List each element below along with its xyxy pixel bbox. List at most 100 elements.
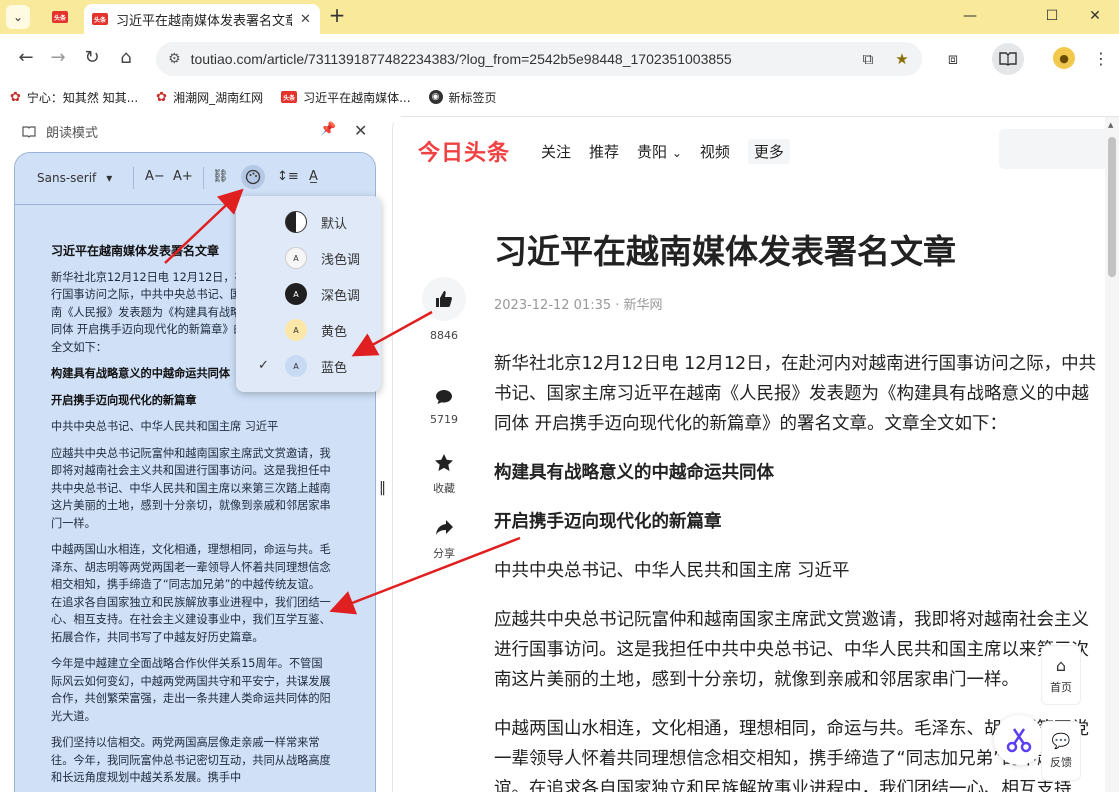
bookmark-item[interactable]: 头条 习近平在越南媒体...: [281, 89, 411, 106]
tab-active[interactable]: 头条 习近平在越南媒体发表署名文章 ✕: [84, 4, 320, 34]
tab-search-button[interactable]: ⌄: [6, 5, 30, 29]
theme-option-dark[interactable]: A 深色调: [236, 276, 381, 312]
tab-strip: ⌄ 头条 头条 习近平在越南媒体发表署名文章 ✕ + — ☐ ✕: [0, 0, 1119, 34]
profile-avatar-icon[interactable]: ●: [1053, 47, 1075, 69]
toutiao-favicon-icon: 头条: [92, 13, 108, 25]
share-button[interactable]: 分享: [422, 517, 466, 561]
article-meta: 2023-12-12 01:35 · 新华网: [494, 298, 663, 313]
reading-heading: 开启携手迈向现代化的新篇章: [51, 393, 197, 407]
tab-inactive[interactable]: 头条: [38, 4, 82, 30]
toutiao-logo[interactable]: 今日头条: [418, 135, 510, 167]
favorite-label: 收藏: [433, 482, 455, 495]
article-paragraph: 应越共中央总书记阮富仲和越南国家主席武文赏邀请，我即将对越南社会主义 进行国事访…: [494, 610, 1089, 690]
nav-follow[interactable]: 关注: [541, 141, 571, 162]
bookmark-item[interactable]: ✿ 宁心：知其然 知其...: [10, 89, 138, 106]
reading-paragraph: 中越两国山水相连，文化相通，理想相同，命运与共。毛泽东、胡志明等两党两国老一辈领…: [51, 543, 331, 644]
feedback-icon: 💬: [1051, 732, 1071, 750]
check-icon: ✓: [258, 358, 269, 373]
browser-toolbar: ← → ↻ ⌂ ⚙ toutiao.com/article/7311391877…: [0, 34, 1119, 82]
toutiao-favicon-icon: 头条: [52, 11, 68, 23]
panel-header: 朗读模式: [22, 122, 98, 141]
divider: [203, 167, 204, 189]
scroll-thumb[interactable]: [1108, 137, 1116, 277]
star-icon: [435, 454, 453, 471]
home-button[interactable]: ⌂ 首页: [1041, 645, 1081, 705]
pin-icon[interactable]: 📌: [320, 122, 336, 137]
theme-option-blue[interactable]: ✓ A 蓝色: [236, 348, 381, 384]
letter-spacing-icon[interactable]: A̲: [309, 169, 318, 184]
link-icon[interactable]: ⛓: [212, 169, 229, 184]
reload-icon[interactable]: ↻: [80, 46, 104, 70]
scroll-up-icon[interactable]: ▲: [1108, 121, 1113, 129]
share-label: 分享: [433, 547, 455, 560]
maximize-icon[interactable]: ☐: [1042, 6, 1062, 26]
extensions-icon[interactable]: ⧈: [940, 46, 966, 72]
article-heading: 构建具有战略意义的中越命运共同体: [494, 463, 774, 483]
comment-button[interactable]: 5719: [422, 387, 466, 426]
line-spacing-icon[interactable]: ↕≡: [277, 169, 299, 184]
swatch-icon: A: [285, 319, 307, 341]
home-icon[interactable]: ⌂: [114, 46, 138, 70]
panel-close-icon[interactable]: ✕: [354, 121, 367, 140]
nav-more[interactable]: 更多: [747, 139, 790, 164]
site-info-icon[interactable]: ⚙: [168, 51, 181, 67]
swatch-icon: A: [285, 247, 307, 269]
theme-option-light[interactable]: A 浅色调: [236, 240, 381, 276]
font-select[interactable]: Sans-serif ▾: [37, 171, 112, 185]
nav-city[interactable]: 贵阳 ⌄: [637, 141, 682, 162]
install-app-icon[interactable]: ⧉: [858, 49, 878, 69]
bookmark-item[interactable]: ◉ 新标签页: [428, 89, 497, 106]
swatch-icon: A: [285, 283, 307, 305]
book-icon: [22, 125, 36, 138]
chevron-down-icon: ⌄: [12, 10, 24, 24]
search-input[interactable]: [999, 129, 1105, 169]
bookmark-item[interactable]: ✿ 湘潮网_湖南红网: [156, 89, 263, 106]
minimize-icon[interactable]: —: [960, 6, 980, 26]
bookmarks-bar: ✿ 宁心：知其然 知其... ✿ 湘潮网_湖南红网 头条 习近平在越南媒体...…: [0, 82, 1119, 112]
new-tab-button[interactable]: +: [326, 5, 348, 27]
url-text: toutiao.com/article/7311391877482234383/…: [190, 51, 732, 67]
font-larger-button[interactable]: A+: [173, 169, 193, 184]
font-smaller-button[interactable]: A−: [145, 169, 165, 184]
article-author: 中共中央总书记、中华人民共和国主席 习近平: [494, 561, 850, 581]
theme-option-default[interactable]: 默认: [236, 204, 381, 240]
reading-paragraph: 中共中央总书记、中华人民共和国主席 习近平: [51, 420, 279, 433]
tab-title: 习近平在越南媒体发表署名文章: [116, 13, 292, 29]
color-theme-button[interactable]: [241, 165, 265, 189]
like-count: 8846: [430, 329, 458, 342]
home-icon: ⌂: [1055, 655, 1067, 675]
nav-video[interactable]: 视频: [700, 141, 730, 162]
article-heading: 开启携手迈向现代化的新篇章: [494, 512, 722, 532]
window-close-icon[interactable]: ✕: [1085, 6, 1105, 26]
book-icon: [999, 52, 1017, 66]
divider: [133, 167, 134, 189]
forward-icon[interactable]: →: [46, 46, 70, 70]
swatch-icon: A: [285, 355, 307, 377]
reading-mode-button[interactable]: [992, 43, 1024, 75]
top-nav: 关注 推荐 贵阳 ⌄ 视频 更多: [541, 139, 790, 164]
like-button[interactable]: 8846: [422, 277, 466, 342]
nav-recommend[interactable]: 推荐: [589, 141, 619, 162]
back-icon[interactable]: ←: [14, 46, 38, 70]
panel-resize-handle[interactable]: ‖: [379, 480, 386, 496]
globe-icon: ◉: [428, 90, 443, 104]
palette-icon: [245, 169, 261, 185]
address-bar[interactable]: ⚙ toutiao.com/article/731139187748223438…: [156, 42, 922, 76]
theme-menu: 默认 A 浅色调 A 深色调 A 黄色 ✓ A 蓝色: [236, 196, 381, 392]
article-paragraph: 新华社北京12月12日电 12月12日，在赴河内对越南进行国事访问之际，中共 书…: [494, 354, 1097, 434]
feedback-button[interactable]: 💬 反馈: [1041, 721, 1081, 781]
favorite-button[interactable]: 收藏: [422, 452, 466, 496]
theme-option-yellow[interactable]: A 黄色: [236, 312, 381, 348]
share-icon: [436, 520, 453, 535]
comment-count: 5719: [430, 413, 458, 426]
chevron-down-icon: ⌄: [671, 146, 682, 160]
comment-icon: [436, 390, 452, 404]
more-menu-icon[interactable]: ⋮: [1088, 46, 1114, 72]
thumbs-up-icon: [422, 277, 466, 321]
toutiao-favicon-icon: 头条: [281, 91, 298, 103]
app-download-button[interactable]: [994, 715, 1044, 765]
bookmark-star-icon[interactable]: ★: [892, 49, 912, 69]
caret-down-icon: ▾: [106, 171, 113, 185]
page-scrollbar[interactable]: ▲: [1105, 117, 1119, 792]
tab-close-icon[interactable]: ✕: [300, 12, 311, 27]
